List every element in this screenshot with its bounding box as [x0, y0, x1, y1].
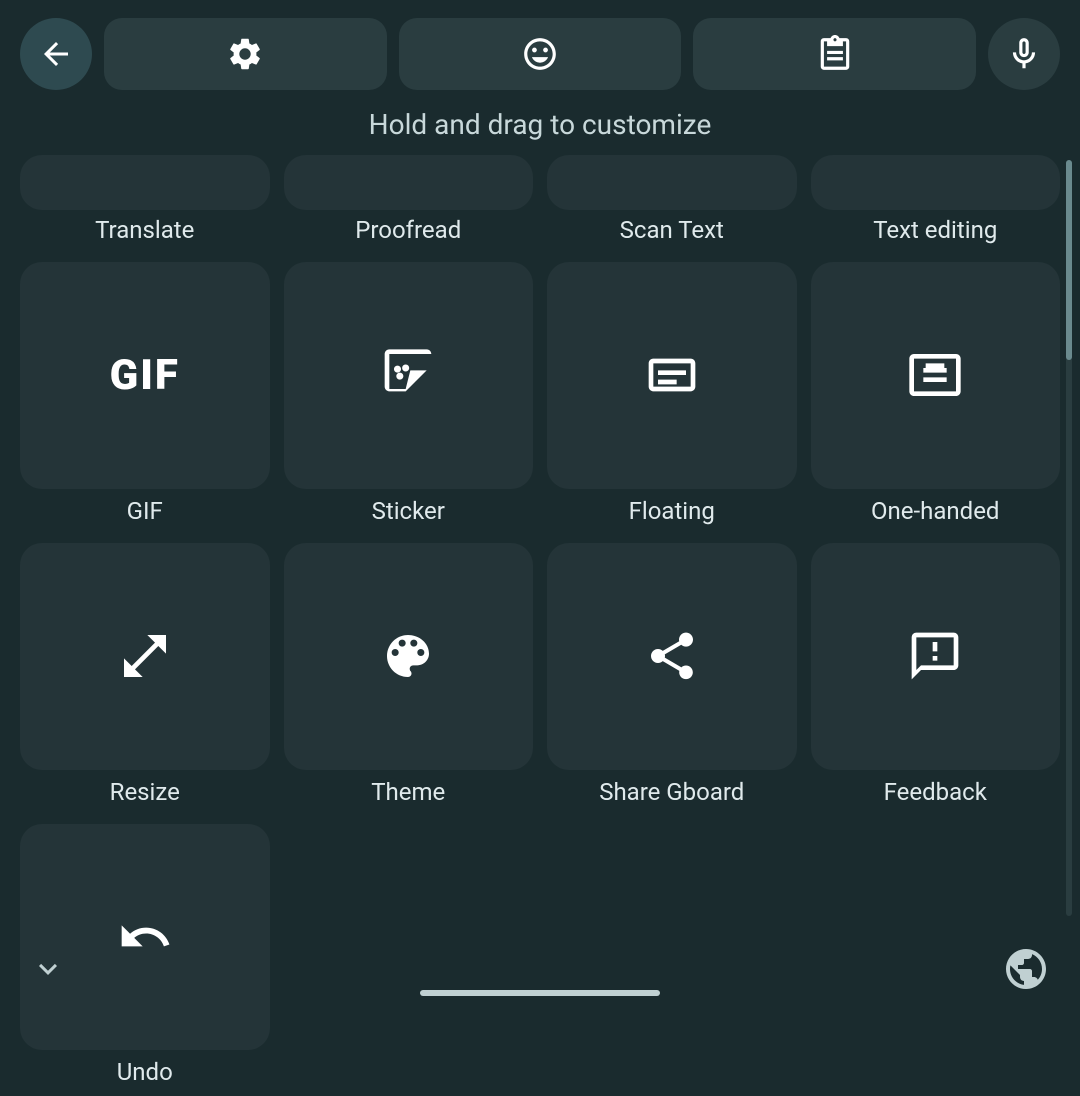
top-bar: [0, 0, 1080, 100]
feedback-button[interactable]: [811, 543, 1061, 770]
feedback-cell: Feedback: [811, 543, 1061, 806]
floating-icon: [644, 347, 700, 403]
bottom-bar: [0, 926, 1080, 1016]
scantext-partial-box[interactable]: [547, 155, 797, 210]
settings-button[interactable]: [104, 18, 387, 90]
sticker-button[interactable]: [284, 262, 534, 489]
resize-cell: Resize: [20, 543, 270, 806]
translate-partial-box[interactable]: [20, 155, 270, 210]
textediting-partial-box[interactable]: [811, 155, 1061, 210]
gif-cell: GIF GIF: [20, 262, 270, 525]
one-handed-cell: One-handed: [811, 262, 1061, 525]
gif-label: GIF: [127, 497, 163, 525]
share-gboard-label: Share Gboard: [599, 778, 744, 806]
scantext-cell: Scan Text: [547, 216, 797, 244]
textediting-label: Text editing: [873, 216, 997, 244]
scantext-label: Scan Text: [620, 216, 724, 244]
gif-text-label: GIF: [110, 351, 180, 400]
feedback-icon: [907, 628, 963, 684]
share-icon: [644, 628, 700, 684]
back-button[interactable]: [20, 18, 92, 90]
resize-icon: [117, 628, 173, 684]
floating-label: Floating: [629, 497, 715, 525]
share-gboard-cell: Share Gboard: [547, 543, 797, 806]
proofread-label: Proofread: [355, 216, 461, 244]
share-gboard-button[interactable]: [547, 543, 797, 770]
partial-row: [20, 155, 1060, 210]
row2: Resize Theme Share Gboard Feedback: [20, 543, 1060, 806]
translate-label: Translate: [95, 216, 194, 244]
proofread-cell: Proofread: [284, 216, 534, 244]
theme-cell: Theme: [284, 543, 534, 806]
microphone-button[interactable]: [988, 18, 1060, 90]
sticker-icon: [380, 347, 436, 403]
chevron-down-button[interactable]: [30, 951, 66, 991]
clipboard-button[interactable]: [693, 18, 976, 90]
theme-icon: [380, 628, 436, 684]
resize-button[interactable]: [20, 543, 270, 770]
one-handed-icon: [907, 347, 963, 403]
gif-button[interactable]: GIF: [20, 262, 270, 489]
translate-cell: Translate: [20, 216, 270, 244]
floating-cell: Floating: [547, 262, 797, 525]
emoji-button[interactable]: [399, 18, 682, 90]
proofread-partial-box[interactable]: [284, 155, 534, 210]
globe-button[interactable]: [1002, 945, 1050, 997]
row1: GIF GIF Sticker Floating One-handed: [20, 262, 1060, 525]
textediting-cell: Text editing: [811, 216, 1061, 244]
subtitle: Hold and drag to customize: [0, 108, 1080, 141]
partial-labels-row: Translate Proofread Scan Text Text editi…: [20, 216, 1060, 244]
floating-button[interactable]: [547, 262, 797, 489]
sticker-label: Sticker: [372, 497, 445, 525]
scrollbar-thumb[interactable]: [1066, 160, 1072, 360]
resize-label: Resize: [110, 778, 180, 806]
theme-label: Theme: [371, 778, 445, 806]
one-handed-button[interactable]: [811, 262, 1061, 489]
one-handed-label: One-handed: [871, 497, 999, 525]
theme-button[interactable]: [284, 543, 534, 770]
scrollbar-track[interactable]: [1066, 160, 1072, 916]
home-indicator: [420, 990, 660, 996]
sticker-cell: Sticker: [284, 262, 534, 525]
feedback-label: Feedback: [884, 778, 987, 806]
undo-label: Undo: [117, 1058, 173, 1086]
